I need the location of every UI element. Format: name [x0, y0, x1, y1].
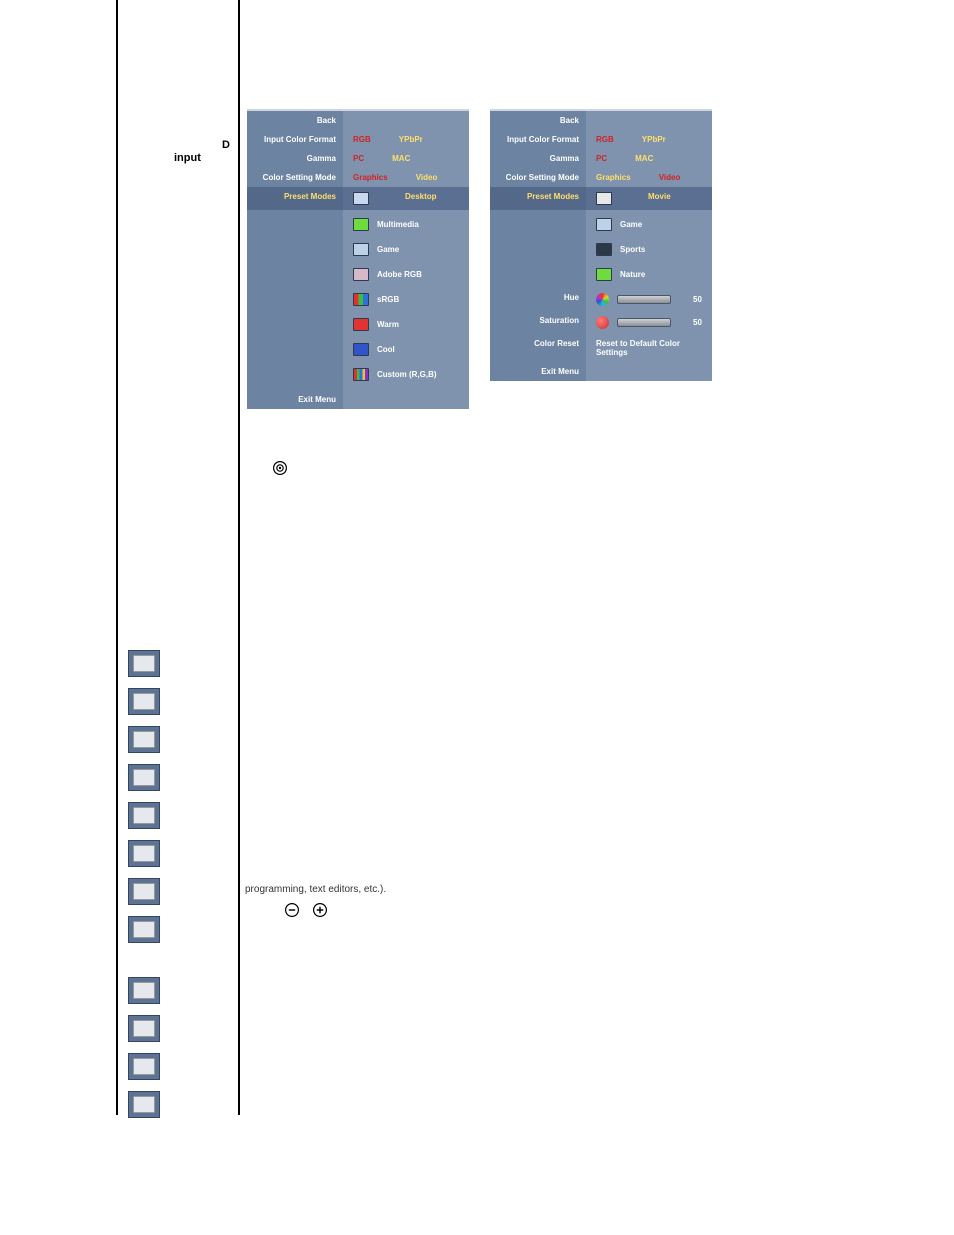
desktop-icon: [353, 192, 369, 205]
preset-warm[interactable]: Warm: [353, 318, 469, 331]
color-reset-label[interactable]: Color Reset: [490, 334, 586, 362]
osd-panel-graphics: Back Input Color Format RGB YPbPr Gamma …: [247, 109, 469, 409]
saturation-icon: [596, 316, 609, 329]
preset-modes-label[interactable]: Preset Modes: [247, 187, 343, 210]
preset-srgb[interactable]: sRGB: [353, 293, 469, 306]
exit-menu[interactable]: Exit Menu: [247, 390, 343, 409]
preset-movie: Movie: [648, 192, 671, 205]
exit-menu[interactable]: Exit Menu: [490, 362, 586, 381]
minus-circle-icon: [284, 902, 300, 918]
game-icon: [353, 243, 369, 256]
preset-multimedia[interactable]: Multimedia: [353, 218, 469, 231]
srgb-icon: [353, 293, 369, 306]
game-icon: [128, 726, 160, 753]
preset-modes-label[interactable]: Preset Modes: [490, 187, 586, 210]
hue-label[interactable]: Hue: [490, 288, 586, 311]
sports-icon: [596, 243, 612, 256]
rgb-option: RGB: [596, 135, 614, 144]
multimedia-icon: [353, 218, 369, 231]
hue-value: 50: [693, 295, 702, 304]
color-setting-mode-opts[interactable]: Graphics Video: [586, 168, 712, 187]
saturation-value: 50: [693, 318, 702, 327]
color-setting-mode-opts[interactable]: Graphics Video: [343, 168, 469, 187]
adobergb-icon: [353, 268, 369, 281]
color-setting-mode-label[interactable]: Color Setting Mode: [247, 168, 343, 187]
back-button[interactable]: Back: [247, 111, 343, 130]
rgb-option: RGB: [353, 135, 371, 144]
nature-icon: [128, 1091, 160, 1118]
sports-icon: [128, 1053, 160, 1080]
preset-game[interactable]: Game: [353, 243, 469, 256]
preset-modes-current[interactable]: Desktop: [343, 187, 469, 210]
back-button[interactable]: Back: [490, 111, 586, 130]
hue-icon: [596, 293, 609, 306]
input-color-format-label[interactable]: Input Color Format: [247, 130, 343, 149]
warm-icon: [353, 318, 369, 331]
preset-cool[interactable]: Cool: [353, 343, 469, 356]
input-color-format-opts[interactable]: RGB YPbPr: [343, 130, 469, 149]
gamma-label[interactable]: Gamma: [490, 149, 586, 168]
multimedia-icon: [128, 688, 160, 715]
saturation-label[interactable]: Saturation: [490, 311, 586, 334]
movie-icon: [128, 977, 160, 1004]
preset-adobergb[interactable]: Adobe RGB: [353, 268, 469, 281]
gamma-opts[interactable]: PC MAC: [343, 149, 469, 168]
srgb-icon: [128, 802, 160, 829]
input-color-format-opts[interactable]: RGB YPbPr: [586, 130, 712, 149]
color-reset-action[interactable]: Reset to Default Color Settings: [586, 334, 712, 362]
input-color-format-label[interactable]: Input Color Format: [490, 130, 586, 149]
left-icons-group-2: [128, 977, 160, 1129]
mac-option: MAC: [635, 154, 653, 163]
preset-game[interactable]: Game: [596, 218, 712, 231]
custom-icon: [353, 368, 369, 381]
color-setting-mode-label[interactable]: Color Setting Mode: [490, 168, 586, 187]
preset-sports[interactable]: Sports: [596, 243, 712, 256]
page-column-border: [238, 0, 240, 1115]
video-option: Video: [416, 173, 438, 182]
ypbpr-option: YPbPr: [399, 135, 423, 144]
slider-track[interactable]: [617, 295, 671, 304]
nature-icon: [596, 268, 612, 281]
hue-slider[interactable]: 50: [586, 288, 712, 311]
page-left-border: [116, 0, 118, 1115]
preset-modes-current[interactable]: Movie: [586, 187, 712, 210]
graphics-option: Graphics: [353, 173, 388, 182]
pc-option: PC: [596, 154, 607, 163]
ypbpr-option: YPbPr: [642, 135, 666, 144]
saturation-slider[interactable]: 50: [586, 311, 712, 334]
d-label: D: [222, 139, 230, 151]
warm-icon: [128, 840, 160, 867]
video-option: Video: [659, 173, 681, 182]
target-icon: [272, 460, 288, 476]
game-icon: [596, 218, 612, 231]
custom-icon: [128, 916, 160, 943]
preset-desktop: Desktop: [405, 192, 437, 205]
movie-icon: [596, 192, 612, 205]
osd-panel-video: Back Input Color Format RGB YPbPr Gamma …: [490, 109, 712, 381]
desktop-icon: [128, 650, 160, 677]
programming-text: programming, text editors, etc.).: [245, 884, 386, 895]
gamma-opts[interactable]: PC MAC: [586, 149, 712, 168]
cool-icon: [128, 878, 160, 905]
graphics-option: Graphics: [596, 173, 631, 182]
preset-custom[interactable]: Custom (R,G,B): [353, 368, 469, 381]
pc-option: PC: [353, 154, 364, 163]
gamma-label[interactable]: Gamma: [247, 149, 343, 168]
slider-track[interactable]: [617, 318, 671, 327]
preset-nature[interactable]: Nature: [596, 268, 712, 281]
input-label: input: [174, 152, 201, 164]
plus-circle-icon: [312, 902, 328, 918]
left-icons-group-1: [128, 650, 160, 954]
cool-icon: [353, 343, 369, 356]
game-icon: [128, 1015, 160, 1042]
adobergb-icon: [128, 764, 160, 791]
mac-option: MAC: [392, 154, 410, 163]
